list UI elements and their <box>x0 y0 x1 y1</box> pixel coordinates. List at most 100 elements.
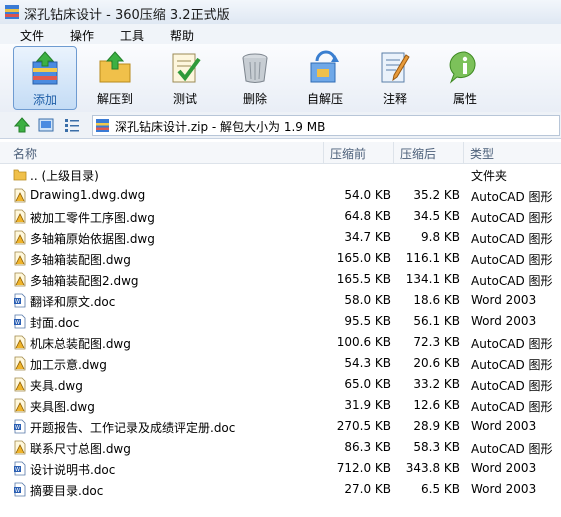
table-row[interactable]: 联系尺寸总图.dwg 86.3 KB 58.3 KB AutoCAD 图形 <box>0 437 561 458</box>
svg-text:W: W <box>15 425 20 431</box>
add-button-label: 添加 <box>32 93 57 107</box>
comment-icon <box>381 52 410 83</box>
table-row[interactable]: Drawing1.dwg.dwg 54.0 KB 35.2 KB AutoCAD 图形 <box>0 185 561 206</box>
table-row[interactable]: W 开题报告、工作记录及成绩评定册.doc 270.5 KB 28.9 KB Word … <box>0 416 561 437</box>
table-row[interactable]: 多轴箱原始依据图.dwg 34.7 KB 9.8 KB AutoCAD 图形 <box>0 227 561 248</box>
table-row[interactable]: W 封面.doc 95.5 KB 56.1 KB Word 2003 <box>0 311 561 332</box>
autocad-file-icon <box>13 377 27 392</box>
menu-bar: 文件 操作 工具 帮助 <box>0 24 561 44</box>
table-row[interactable]: 被加工零件工序图.dwg 64.8 KB 34.5 KB AutoCAD 图形 <box>0 206 561 227</box>
up-arrow-icon[interactable] <box>14 117 30 133</box>
self-extract-button-label: 自解压 <box>306 92 343 106</box>
table-row[interactable]: 多轴箱装配图2.dwg 165.5 KB 134.1 KB AutoCAD 图形 <box>0 269 561 290</box>
properties-button[interactable]: 属性 <box>434 46 496 108</box>
file-size: 165.5 KB <box>336 272 391 286</box>
delete-button-label: 删除 <box>242 92 267 106</box>
file-name: 联系尺寸总图.dwg <box>30 442 131 456</box>
column-header-compressed-size[interactable]: 压缩后 <box>400 145 436 162</box>
file-compressed-size: 34.5 KB <box>413 209 460 223</box>
extract-to-button[interactable]: 解压到 <box>84 46 146 108</box>
file-compressed-size: 33.2 KB <box>413 377 460 391</box>
address-field[interactable]: 深孔钻床设计.zip - 解包大小为 1.9 MB <box>92 115 560 136</box>
thumbnail-view-icon[interactable] <box>38 117 54 133</box>
table-row[interactable]: W 翻译和原文.doc 58.0 KB 18.6 KB Word 2003 <box>0 290 561 311</box>
column-header-name[interactable]: 名称 <box>13 145 37 162</box>
test-button-label: 测试 <box>172 92 197 106</box>
add-button[interactable]: 添加 <box>13 46 77 110</box>
folder-icon <box>13 167 27 182</box>
self-extract-icon <box>310 50 339 83</box>
file-compressed-size: 20.6 KB <box>413 356 460 370</box>
file-compressed-size: 12.6 KB <box>413 398 460 412</box>
file-name: Drawing1.dwg.dwg <box>30 188 146 202</box>
word-file-icon: W <box>13 419 27 434</box>
file-name: 封面.doc <box>30 316 80 330</box>
svg-text:W: W <box>15 320 20 326</box>
file-name: 多轴箱装配图.dwg <box>30 253 131 267</box>
file-type: AutoCAD 图形 <box>471 442 553 456</box>
table-row[interactable]: 机床总装配图.dwg 100.6 KB 72.3 KB AutoCAD 图形 <box>0 332 561 353</box>
file-name: 加工示意.dwg <box>30 358 107 372</box>
column-divider[interactable] <box>323 142 324 163</box>
list-view-icon[interactable] <box>64 117 80 133</box>
info-icon <box>449 51 476 84</box>
comment-button[interactable]: 注释 <box>364 46 426 108</box>
properties-button-label: 属性 <box>452 92 477 106</box>
table-row[interactable]: 多轴箱装配图.dwg 165.0 KB 116.1 KB AutoCAD 图形 <box>0 248 561 269</box>
file-type: Word 2003 <box>471 482 537 496</box>
file-compressed-size: 116.1 KB <box>405 251 460 265</box>
file-size: 64.8 KB <box>344 209 391 223</box>
file-name: 机床总装配图.dwg <box>30 337 131 351</box>
table-row[interactable]: 夹具.dwg 65.0 KB 33.2 KB AutoCAD 图形 <box>0 374 561 395</box>
menu-tools[interactable]: 工具 <box>120 27 144 44</box>
file-compressed-size: 72.3 KB <box>413 335 460 349</box>
autocad-file-icon <box>13 440 27 455</box>
column-header-size[interactable]: 压缩前 <box>330 145 366 162</box>
file-size: 31.9 KB <box>344 398 391 412</box>
file-size: 100.6 KB <box>336 335 391 349</box>
app-archive-icon <box>5 5 19 19</box>
word-file-icon: W <box>13 461 27 476</box>
file-compressed-size: 6.5 KB <box>421 482 460 496</box>
file-name: 多轴箱装配图2.dwg <box>30 274 139 288</box>
svg-text:W: W <box>15 299 20 305</box>
file-type: AutoCAD 图形 <box>471 337 553 351</box>
column-divider[interactable] <box>393 142 394 163</box>
file-name: 被加工零件工序图.dwg <box>30 211 155 225</box>
file-type: Word 2003 <box>471 461 537 475</box>
file-size: 165.0 KB <box>336 251 391 265</box>
file-compressed-size: 56.1 KB <box>413 314 460 328</box>
delete-button[interactable]: 删除 <box>224 46 286 108</box>
autocad-file-icon <box>13 398 27 413</box>
file-size: 27.0 KB <box>344 482 391 496</box>
autocad-file-icon <box>13 188 27 203</box>
test-icon <box>172 53 201 83</box>
title-bar: 深孔钻床设计 - 360压缩 3.2正式版 <box>0 0 561 24</box>
file-compressed-size: 343.8 KB <box>405 461 460 475</box>
test-button[interactable]: 测试 <box>154 46 216 108</box>
file-size: 54.0 KB <box>344 188 391 202</box>
file-compressed-size: 9.8 KB <box>421 230 460 244</box>
file-type: AutoCAD 图形 <box>471 274 553 288</box>
file-size: 270.5 KB <box>336 419 391 433</box>
file-name: 多轴箱原始依据图.dwg <box>30 232 155 246</box>
table-row[interactable]: .. (上级目录) 文件夹 <box>0 164 561 185</box>
column-header-type[interactable]: 类型 <box>470 145 494 162</box>
file-size: 86.3 KB <box>344 440 391 454</box>
menu-help[interactable]: 帮助 <box>170 27 194 44</box>
file-type: 文件夹 <box>471 169 508 183</box>
menu-operation[interactable]: 操作 <box>70 27 94 44</box>
column-divider[interactable] <box>463 142 464 163</box>
file-name: .. (上级目录) <box>30 169 99 183</box>
file-compressed-size: 18.6 KB <box>413 293 460 307</box>
autocad-file-icon <box>13 335 27 350</box>
self-extract-button[interactable]: 自解压 <box>294 46 356 108</box>
menu-file[interactable]: 文件 <box>20 27 44 44</box>
table-row[interactable]: W 设计说明书.doc 712.0 KB 343.8 KB Word 2003 <box>0 458 561 479</box>
column-headers: 名称 压缩前 压缩后 类型 <box>0 142 561 164</box>
table-row[interactable]: 夹具图.dwg 31.9 KB 12.6 KB AutoCAD 图形 <box>0 395 561 416</box>
file-size: 34.7 KB <box>344 230 391 244</box>
delete-icon <box>242 53 268 83</box>
table-row[interactable]: 加工示意.dwg 54.3 KB 20.6 KB AutoCAD 图形 <box>0 353 561 374</box>
table-row[interactable]: W 摘要目录.doc 27.0 KB 6.5 KB Word 2003 <box>0 479 561 500</box>
